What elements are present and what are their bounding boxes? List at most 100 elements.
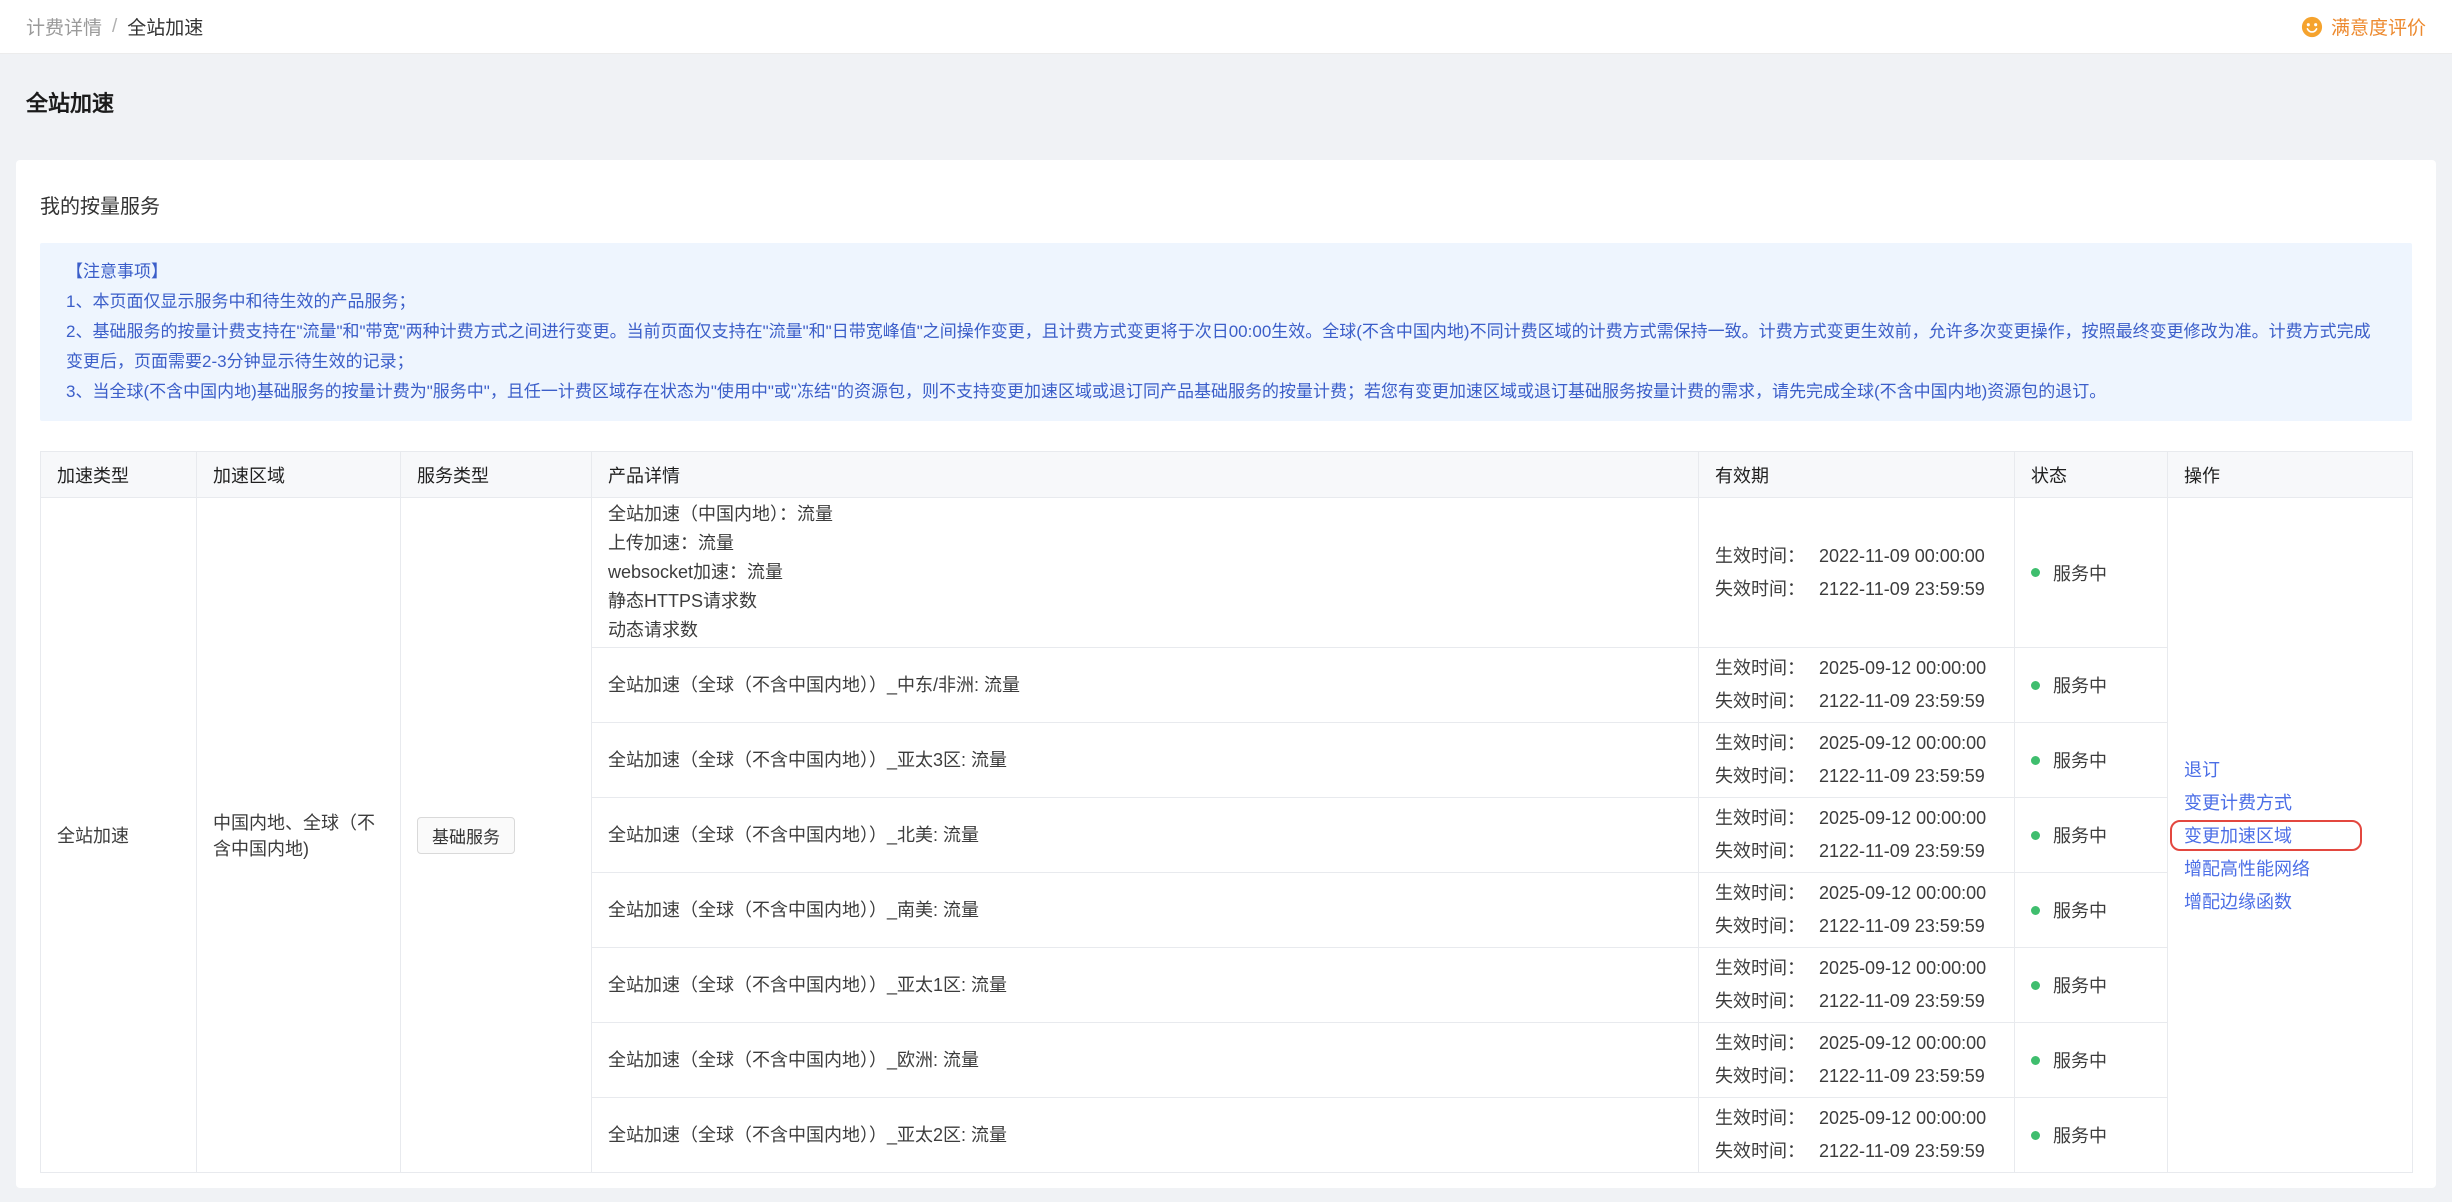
status-label: 服务中 — [2053, 672, 2107, 698]
date-value: 2122-11-09 23:59:59 — [1819, 685, 1985, 718]
pay-as-you-go-card: 我的按量服务 【注意事项】 1、本页面仅显示服务中和待生效的产品服务； 2、基础… — [16, 160, 2436, 1188]
status-cell: 服务中 — [2015, 723, 2168, 798]
date-line: 失效时间： 2122-11-09 23:59:59 — [1715, 685, 1998, 718]
date-label: 失效时间： — [1715, 985, 1805, 1018]
status-badge: 服务中 — [2031, 747, 2107, 773]
operation-row: 变更加速区域 — [2184, 819, 2396, 852]
notice-item: 1、本页面仅显示服务中和待生效的产品服务； — [66, 287, 2386, 317]
product-detail-cell: 全站加速（全球（不含中国内地））_欧洲: 流量 — [592, 1023, 1699, 1098]
status-cell: 服务中 — [2015, 948, 2168, 1023]
date-line: 失效时间：2122-11-09 23:59:59 — [1715, 1135, 1998, 1168]
status-dot-icon — [2031, 568, 2040, 577]
date-value: 2025-09-12 00:00:00 — [1819, 877, 1986, 910]
status-badge: 服务中 — [2031, 1047, 2107, 1073]
date-value: 2122-11-09 23:59:59 — [1819, 760, 1985, 793]
status-label: 服务中 — [2053, 1047, 2107, 1073]
notice-header: 【注意事项】 — [66, 257, 2386, 287]
product-detail-cell: 全站加速（全球（不含中国内地））_北美: 流量 — [592, 798, 1699, 873]
validity-cell: 生效时间：2025-09-12 00:00:00失效时间：2122-11-09 … — [1699, 873, 2015, 948]
date-value: 2122-11-09 23:59:59 — [1819, 985, 1985, 1018]
op-change-billing-link[interactable]: 变更计费方式 — [2184, 789, 2292, 815]
status-badge: 服务中 — [2031, 972, 2107, 998]
satisfaction-feedback-button[interactable]: 满意度评价 — [2301, 13, 2426, 40]
product-line: 上传加速：流量 — [608, 529, 1682, 558]
date-value: 2122-11-09 23:59:59 — [1819, 573, 1985, 606]
satisfaction-label: 满意度评价 — [2331, 13, 2426, 40]
op-add-edge-function-link[interactable]: 增配边缘函数 — [2184, 888, 2292, 914]
date-label: 生效时间： — [1715, 1027, 1805, 1060]
product-line: 全站加速（全球（不含中国内地））_北美: 流量 — [608, 821, 1682, 850]
date-label: 生效时间： — [1715, 652, 1805, 685]
product-line: 全站加速（全球（不含中国内地））_欧洲: 流量 — [608, 1046, 1682, 1075]
product-line: websocket加速：流量 — [608, 558, 1682, 587]
date-label: 失效时间： — [1715, 910, 1805, 943]
date-label: 失效时间： — [1715, 760, 1805, 793]
col-header-acceleration-type: 加速类型 — [41, 452, 197, 498]
col-header-validity: 有效期 — [1699, 452, 2015, 498]
date-label: 失效时间： — [1715, 835, 1805, 868]
product-line: 静态HTTPS请求数 — [608, 587, 1682, 616]
product-line: 全站加速（全球（不含中国内地））_亚太2区: 流量 — [608, 1121, 1682, 1150]
date-label: 生效时间： — [1715, 952, 1805, 985]
validity-cell: 生效时间：2022-11-09 00:00:00失效时间：2122-11-09 … — [1699, 498, 2015, 648]
status-label: 服务中 — [2053, 747, 2107, 773]
status-badge: 服务中 — [2031, 672, 2107, 698]
status-dot-icon — [2031, 681, 2040, 690]
date-label: 失效时间： — [1715, 1060, 1805, 1093]
status-cell: 服务中 — [2015, 873, 2168, 948]
op-add-performance-network-link[interactable]: 增配高性能网络 — [2184, 855, 2310, 881]
col-header-status: 状态 — [2015, 452, 2168, 498]
date-line: 失效时间： 2122-11-09 23:59:59 — [1715, 985, 1998, 1018]
date-label: 失效时间： — [1715, 685, 1805, 718]
validity-cell: 生效时间：2025-09-12 00:00:00失效时间：2122-11-09 … — [1699, 798, 2015, 873]
top-bar: 计费详情 / 全站加速 满意度评价 — [0, 0, 2452, 54]
date-line: 失效时间：2122-11-09 23:59:59 — [1715, 910, 1998, 943]
acceleration-region-cell: 中国内地、全球（不含中国内地) — [197, 498, 401, 1173]
operation-row: 退订 — [2184, 753, 2396, 786]
date-label: 生效时间： — [1715, 802, 1805, 835]
status-badge: 服务中 — [2031, 560, 2107, 586]
product-line: 全站加速（全球（不含中国内地））_亚太3区: 流量 — [608, 746, 1682, 775]
highlight-annotation-box: 变更加速区域 — [2170, 820, 2362, 851]
status-dot-icon — [2031, 1131, 2040, 1140]
smiley-face-icon — [2301, 16, 2323, 38]
breadcrumb-current: 全站加速 — [127, 13, 203, 40]
product-line: 动态请求数 — [608, 616, 1682, 645]
col-header-acceleration-region: 加速区域 — [197, 452, 401, 498]
product-detail-cell: 全站加速（中国内地）：流量上传加速：流量websocket加速：流量静态HTTP… — [592, 498, 1699, 648]
date-label: 生效时间： — [1715, 727, 1805, 760]
breadcrumb-parent[interactable]: 计费详情 — [26, 13, 102, 40]
date-value: 2025-09-12 00:00:00 — [1819, 1027, 1986, 1060]
table-row: 全站加速中国内地、全球（不含中国内地)基础服务全站加速（中国内地）：流量上传加速… — [41, 498, 2413, 648]
service-type-cell: 基础服务 — [401, 498, 592, 1173]
product-line: 全站加速（全球（不含中国内地））_南美: 流量 — [608, 896, 1682, 925]
status-label: 服务中 — [2053, 560, 2107, 586]
status-label: 服务中 — [2053, 897, 2107, 923]
validity-cell: 生效时间： 2025-09-12 00:00:00 失效时间： 2122-11-09 … — [1699, 723, 2015, 798]
status-cell: 服务中 — [2015, 498, 2168, 648]
col-header-operations: 操作 — [2168, 452, 2413, 498]
date-label: 失效时间： — [1715, 573, 1805, 606]
validity-cell: 生效时间：2025-09-12 00:00:00失效时间：2122-11-09 … — [1699, 648, 2015, 723]
status-label: 服务中 — [2053, 822, 2107, 848]
op-change-region-link[interactable]: 变更加速区域 — [2184, 822, 2292, 848]
service-type-badge: 基础服务 — [417, 817, 515, 854]
date-line: 生效时间： 2025-09-12 00:00:00 — [1715, 952, 1998, 985]
table-header-row: 加速类型 加速区域 服务类型 产品详情 有效期 状态 操作 — [41, 452, 2413, 498]
status-cell: 服务中 — [2015, 798, 2168, 873]
date-value: 2025-09-12 00:00:00 — [1819, 952, 1986, 985]
date-line: 生效时间： 2025-09-12 00:00:00 — [1715, 1027, 1998, 1060]
card-title: 我的按量服务 — [40, 190, 2412, 219]
date-value: 2122-11-09 23:59:59 — [1819, 835, 1985, 868]
page-title: 全站加速 — [26, 86, 2426, 118]
operation-row: 增配高性能网络 — [2184, 852, 2396, 885]
date-line: 失效时间：2122-11-09 23:59:59 — [1715, 1060, 1998, 1093]
status-label: 服务中 — [2053, 972, 2107, 998]
product-line: 全站加速（全球（不含中国内地））_中东/非洲: 流量 — [608, 671, 1682, 700]
status-dot-icon — [2031, 906, 2040, 915]
date-value: 2025-09-12 00:00:00 — [1819, 727, 1986, 760]
date-label: 生效时间： — [1715, 540, 1805, 573]
acceleration-type-cell: 全站加速 — [41, 498, 197, 1173]
status-dot-icon — [2031, 1056, 2040, 1065]
op-unsubscribe-link[interactable]: 退订 — [2184, 756, 2220, 782]
